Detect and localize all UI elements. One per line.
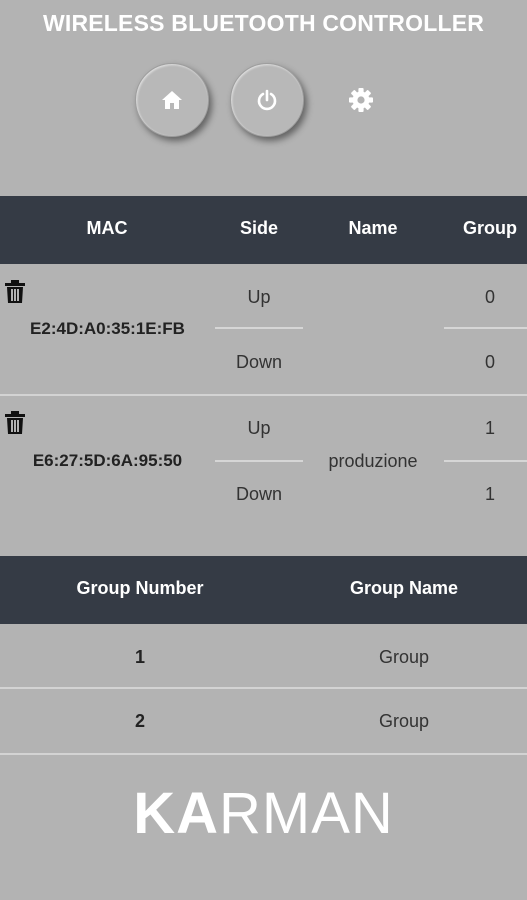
- down-group-value[interactable]: 1: [440, 484, 527, 505]
- side-down-label: Down: [235, 352, 283, 372]
- app-title: WIRELESS BLUETOOTH CONTROLLER: [42, 10, 485, 36]
- row-divider: [0, 394, 527, 396]
- up-group-value[interactable]: 1: [440, 418, 527, 439]
- trash-icon[interactable]: [4, 411, 26, 435]
- brand-logo: KARMAN: [0, 780, 527, 847]
- group-number: 2: [134, 711, 145, 731]
- up-group-value[interactable]: 0: [440, 287, 527, 308]
- row-divider: [0, 687, 527, 689]
- header-name: Name: [348, 218, 398, 238]
- group-name[interactable]: Group: [304, 647, 504, 668]
- power-button[interactable]: [230, 63, 304, 137]
- group-number: 1: [134, 647, 145, 667]
- home-button[interactable]: [135, 63, 209, 137]
- side-up-label: Up: [247, 287, 271, 307]
- header-side: Side: [239, 218, 278, 238]
- logo-light-text: RMAN: [219, 781, 394, 846]
- header-group-number: Group Number: [76, 578, 204, 598]
- side-up-label: Up: [247, 418, 271, 438]
- logo-bold-text: KA: [133, 781, 219, 846]
- mac-address: E6:27:5D:6A:95:50: [32, 451, 183, 470]
- group-name[interactable]: Group: [304, 711, 504, 732]
- mac-address: E2:4D:A0:35:1E:FB: [30, 319, 185, 338]
- side-down-label: Down: [235, 484, 283, 504]
- power-icon: [257, 89, 277, 111]
- settings-gear-icon[interactable]: [347, 86, 375, 114]
- device-name[interactable]: produzione: [313, 451, 433, 472]
- groups-table-header: Group Number Group Name: [0, 556, 527, 624]
- header-group-name: Group Name: [349, 578, 459, 598]
- devices-table-header: MAC Side Name Group: [0, 196, 527, 264]
- down-group-value[interactable]: 0: [440, 352, 527, 373]
- trash-icon[interactable]: [4, 280, 26, 304]
- row-divider: [0, 753, 527, 755]
- header-mac: MAC: [86, 218, 128, 238]
- header-group: Group: [463, 218, 517, 238]
- home-icon: [162, 91, 182, 109]
